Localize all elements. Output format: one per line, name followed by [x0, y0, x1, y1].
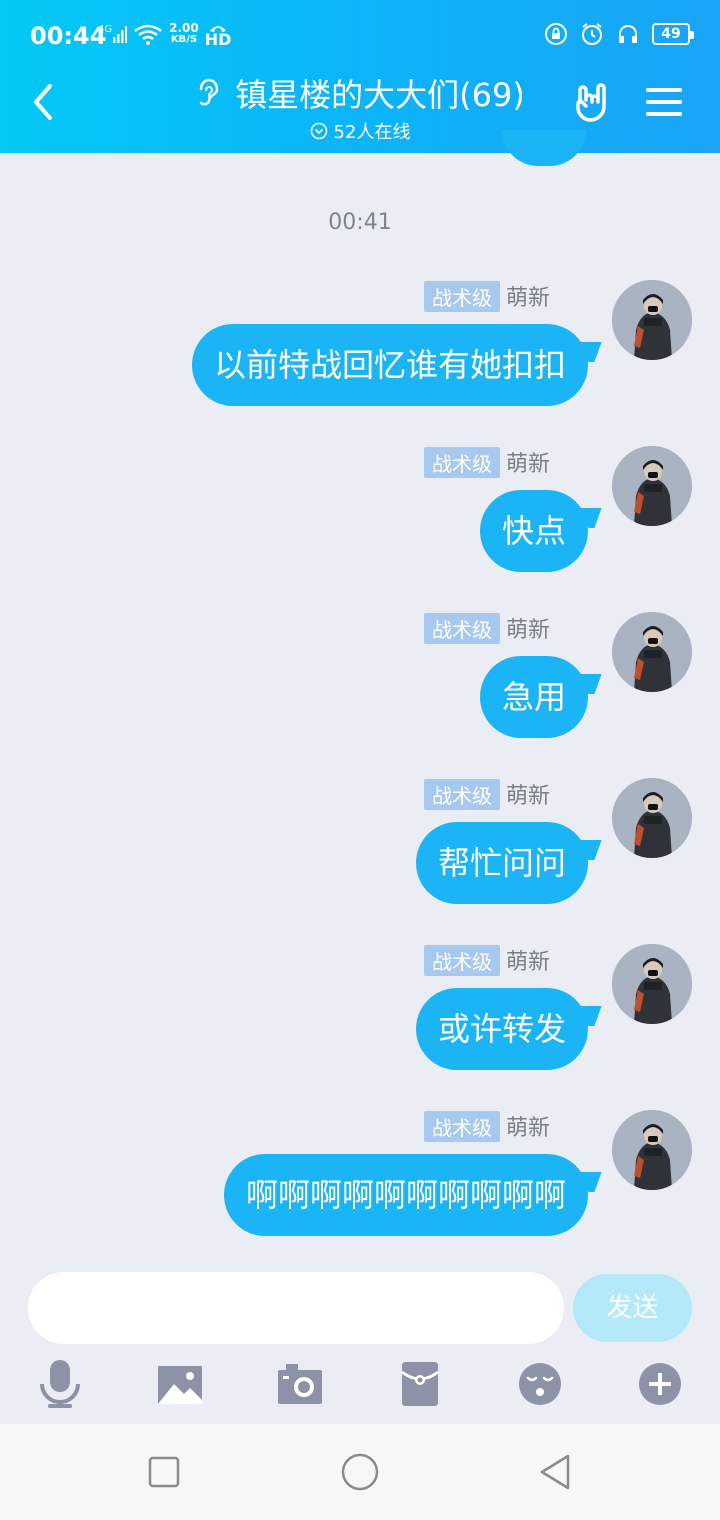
home-icon[interactable]: [340, 1452, 380, 1492]
emoji-icon[interactable]: [516, 1358, 564, 1410]
sender-info: 战术级 萌新: [423, 944, 550, 976]
sender-nickname[interactable]: 萌新: [506, 446, 550, 478]
message-row: 战术级 萌新帮忙问问: [12, 778, 692, 938]
previous-message-bubble: [502, 130, 586, 166]
sender-info: 战术级 萌新: [423, 612, 550, 644]
sender-nickname[interactable]: 萌新: [506, 280, 550, 312]
message-bubble[interactable]: 以前特战回忆谁有她扣扣: [191, 324, 588, 406]
sender-info: 战术级 萌新: [423, 280, 550, 312]
rock-hand-icon[interactable]: [572, 82, 614, 124]
sender-info: 战术级 萌新: [423, 778, 550, 810]
online-count-label: 52人在线: [333, 122, 411, 143]
online-count[interactable]: 52人在线: [310, 118, 411, 144]
member-level-badge: 战术级: [423, 944, 500, 976]
hd-label: HD: [204, 30, 232, 49]
recent-apps-icon[interactable]: [144, 1452, 184, 1492]
status-time: 00:44: [30, 22, 107, 50]
sender-nickname[interactable]: 萌新: [506, 612, 550, 644]
alarm-icon: [582, 23, 602, 45]
rotation-lock-icon: [545, 23, 567, 45]
group-name: 镇星楼的大大们(69): [235, 76, 525, 114]
member-level-badge: 战术级: [423, 280, 500, 312]
status-right-icons: 49: [544, 22, 694, 46]
hd-call-icon: HD: [204, 22, 232, 49]
sender-nickname[interactable]: 萌新: [506, 778, 550, 810]
avatar[interactable]: [612, 1110, 692, 1190]
battery-icon: 49: [652, 23, 694, 45]
member-level-badge: 战术级: [423, 778, 500, 810]
status-bar: 00:44 4G 2.00 KB/S HD 49: [0, 0, 720, 70]
message-bubble[interactable]: 帮忙问问: [415, 822, 588, 904]
red-packet-icon[interactable]: [396, 1358, 444, 1410]
chat-header: 00:44 4G 2.00 KB/S HD 49 镇星楼的大大们(69) 52人…: [0, 0, 720, 153]
member-level-badge: 战术级: [423, 446, 500, 478]
sender-nickname[interactable]: 萌新: [506, 944, 550, 976]
signal-icon: 4G: [98, 24, 128, 43]
composer: 发送: [0, 1270, 720, 1346]
member-level-badge: 战术级: [423, 612, 500, 644]
microphone-icon[interactable]: [36, 1358, 84, 1410]
net-speed: 2.00 KB/S: [169, 22, 199, 46]
message-row: 战术级 萌新以前特战回忆谁有她扣扣: [12, 280, 692, 440]
message-bubble[interactable]: 快点: [479, 490, 588, 572]
input-toolbar: [0, 1358, 720, 1414]
message-row: 战术级 萌新快点: [12, 446, 692, 606]
send-button[interactable]: 发送: [573, 1274, 692, 1342]
avatar[interactable]: [612, 280, 692, 360]
ear-icon: [199, 78, 219, 106]
image-icon[interactable]: [156, 1358, 204, 1410]
message-row: 战术级 萌新急用: [12, 612, 692, 772]
member-level-badge: 战术级: [423, 1110, 500, 1142]
sender-info: 战术级 萌新: [423, 1110, 550, 1142]
net-speed-unit: KB/S: [170, 34, 198, 45]
avatar[interactable]: [612, 446, 692, 526]
chevron-down-circle-icon: [310, 122, 327, 140]
avatar[interactable]: [612, 778, 692, 858]
status-left-icons: 4G 2.00 KB/S HD: [98, 22, 232, 49]
group-title: 镇星楼的大大们(69): [195, 70, 525, 116]
network-type: 4G: [98, 24, 113, 35]
back-nav-icon[interactable]: [536, 1452, 576, 1492]
message-input[interactable]: [28, 1272, 564, 1344]
message-bubble[interactable]: 或许转发: [415, 988, 588, 1070]
net-speed-value: 2.00: [169, 21, 199, 35]
headphones-icon: [619, 25, 637, 43]
system-navigation-bar: [0, 1424, 720, 1520]
sender-info: 战术级 萌新: [423, 446, 550, 478]
message-bubble[interactable]: 急用: [479, 656, 588, 738]
chat-timestamp: 00:41: [328, 210, 392, 235]
camera-icon[interactable]: [276, 1358, 324, 1410]
message-bubble[interactable]: 啊啊啊啊啊啊啊啊啊啊: [223, 1154, 588, 1236]
menu-icon[interactable]: [646, 86, 682, 118]
sender-nickname[interactable]: 萌新: [506, 1110, 550, 1142]
message-row: 战术级 萌新或许转发: [12, 944, 692, 1104]
avatar[interactable]: [612, 944, 692, 1024]
wifi-icon: [134, 24, 162, 45]
avatar[interactable]: [612, 612, 692, 692]
plus-icon[interactable]: [636, 1358, 684, 1410]
message-row: 战术级 萌新啊啊啊啊啊啊啊啊啊啊: [12, 1110, 692, 1270]
